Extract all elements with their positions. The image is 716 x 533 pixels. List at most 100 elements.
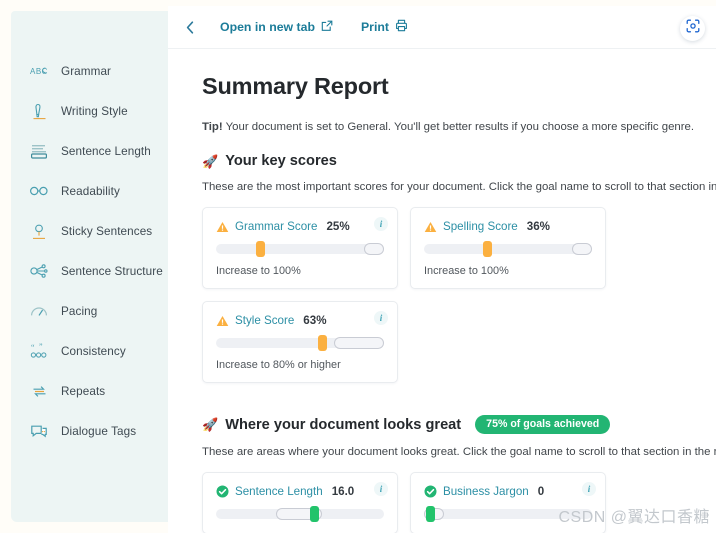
report-panel: Open in new tab Print Summary Report Tip… — [168, 6, 716, 533]
score-slider[interactable] — [216, 506, 384, 522]
sidebar-item-consistency[interactable]: “ ” Consistency — [11, 331, 176, 371]
sidebar-item-writing-style[interactable]: Writing Style — [11, 91, 176, 131]
goal-range — [571, 243, 592, 255]
report-toolbar: Open in new tab Print — [168, 6, 716, 49]
scan-focus-icon — [686, 19, 700, 38]
card-title[interactable]: Grammar Score — [235, 220, 317, 233]
svg-text:“: “ — [31, 343, 35, 352]
section-header-key-scores: 🚀 Your key scores — [202, 153, 690, 169]
warning-icon — [216, 314, 229, 327]
info-icon[interactable]: i — [374, 217, 388, 231]
sidebar-item-sentence-structure[interactable]: Sentence Structure — [11, 251, 176, 291]
slider-thumb — [482, 241, 492, 257]
score-slider[interactable] — [424, 506, 592, 522]
card-value: 25% — [326, 220, 350, 233]
printer-icon — [395, 19, 408, 35]
card-header: Style Score 63% — [216, 314, 384, 327]
sidebar-item-label: Consistency — [61, 344, 126, 358]
card-header: Grammar Score 25% — [216, 220, 384, 233]
lines-icon — [28, 141, 50, 161]
check-circle-icon — [216, 485, 229, 498]
slider-thumb — [318, 335, 328, 351]
page-title: Summary Report — [202, 73, 389, 99]
score-card-sentence-length[interactable]: i Sentence Length 16.0 — [202, 472, 398, 533]
card-value: 36% — [526, 220, 550, 233]
external-link-icon — [321, 20, 333, 35]
score-card-spelling[interactable]: Spelling Score 36% Increase to 100% — [410, 207, 606, 289]
goal-range — [333, 337, 384, 349]
sidebar-item-label: Sentence Structure — [61, 264, 163, 278]
section-title: Where your document looks great — [225, 416, 462, 433]
sidebar-item-dialogue-tags[interactable]: Dialogue Tags — [11, 411, 176, 451]
sidebar-item-label: Writing Style — [61, 104, 128, 118]
section-title: Your key scores — [225, 153, 337, 169]
section-header-looks-great: 🚀 Where your document looks great 75% of… — [202, 415, 690, 434]
scan-focus-button[interactable] — [680, 16, 705, 41]
section-subtext: These are areas where your document look… — [202, 446, 716, 458]
goal-range — [363, 243, 384, 255]
card-header: Sentence Length 16.0 — [216, 485, 384, 498]
card-footer: Increase to 100% — [216, 265, 301, 277]
score-card-row: i Sentence Length 16.0 i Business Jargon… — [202, 472, 690, 533]
rocket-icon: 🚀 — [202, 153, 219, 169]
score-card-grammar[interactable]: i Grammar Score 25% Increase to 100% — [202, 207, 398, 289]
print-button[interactable]: Print — [361, 19, 408, 35]
node-graph-icon — [28, 261, 50, 281]
card-footer: Increase to 100% — [424, 265, 509, 277]
card-header: Business Jargon 0 — [424, 485, 592, 498]
card-header: Spelling Score 36% — [424, 220, 592, 233]
repeat-arrows-icon — [28, 381, 50, 401]
sidebar-item-label: Sticky Sentences — [61, 224, 153, 238]
report-content: Summary Report Tip! Your document is set… — [168, 49, 716, 533]
score-slider[interactable] — [424, 241, 592, 257]
slider-thumb — [256, 241, 266, 257]
report-window: ABC Grammar Writing Style Sentence Lengt… — [0, 0, 716, 533]
info-icon[interactable]: i — [582, 482, 596, 496]
card-title[interactable]: Style Score — [235, 314, 294, 327]
info-icon[interactable]: i — [374, 311, 388, 325]
score-slider[interactable] — [216, 335, 384, 351]
sidebar-item-pacing[interactable]: Pacing — [11, 291, 176, 331]
honey-dipper-icon — [28, 221, 50, 241]
chevron-left-icon[interactable] — [180, 17, 200, 37]
sidebar-item-readability[interactable]: Readability — [11, 171, 176, 211]
score-card-style[interactable]: i Style Score 63% Increase to 80% or hig… — [202, 301, 398, 383]
score-card-business-jargon[interactable]: i Business Jargon 0 — [410, 472, 606, 533]
warning-icon — [424, 220, 437, 233]
sidebar-item-repeats[interactable]: Repeats — [11, 371, 176, 411]
sidebar-item-sticky-sentences[interactable]: Sticky Sentences — [11, 211, 176, 251]
card-footer: Increase to 80% or higher — [216, 359, 341, 371]
speech-bubbles-icon — [28, 421, 50, 441]
card-title[interactable]: Business Jargon — [443, 485, 529, 498]
card-value: 0 — [537, 485, 545, 498]
score-slider[interactable] — [216, 241, 384, 257]
sidebar-item-label: Pacing — [61, 304, 98, 318]
warning-icon — [216, 220, 229, 233]
glasses-icon — [28, 181, 50, 201]
sidebar-item-label: Readability — [61, 184, 120, 198]
svg-text:”: ” — [39, 343, 43, 351]
info-icon[interactable]: i — [374, 482, 388, 496]
card-title[interactable]: Sentence Length — [235, 485, 323, 498]
check-circle-icon — [424, 485, 437, 498]
score-card-row: i Style Score 63% Increase to 80% or hig… — [202, 301, 690, 383]
card-title[interactable]: Spelling Score — [443, 220, 518, 233]
slider-thumb — [425, 506, 435, 522]
open-in-new-tab-label: Open in new tab — [220, 20, 315, 34]
sidebar-item-sentence-length[interactable]: Sentence Length — [11, 131, 176, 171]
tip-line: Tip! Your document is set to General. Yo… — [202, 121, 694, 133]
rocket-icon: 🚀 — [202, 417, 219, 432]
tip-text: Your document is set to General. You'll … — [222, 121, 695, 133]
sidebar: ABC Grammar Writing Style Sentence Lengt… — [11, 11, 176, 522]
sidebar-item-label: Repeats — [61, 384, 106, 398]
pen-icon — [28, 101, 50, 121]
abc-icon: ABC — [28, 61, 50, 81]
score-card-row: i Grammar Score 25% Increase to 100% Spe… — [202, 207, 690, 289]
sidebar-item-label: Sentence Length — [61, 144, 151, 158]
sidebar-item-label: Dialogue Tags — [61, 424, 137, 438]
sidebar-item-grammar[interactable]: ABC Grammar — [11, 51, 176, 91]
sidebar-item-label: Grammar — [61, 64, 112, 78]
quotes-dots-icon: “ ” — [28, 341, 50, 361]
print-label: Print — [360, 20, 389, 34]
open-in-new-tab-button[interactable]: Open in new tab — [220, 20, 333, 35]
